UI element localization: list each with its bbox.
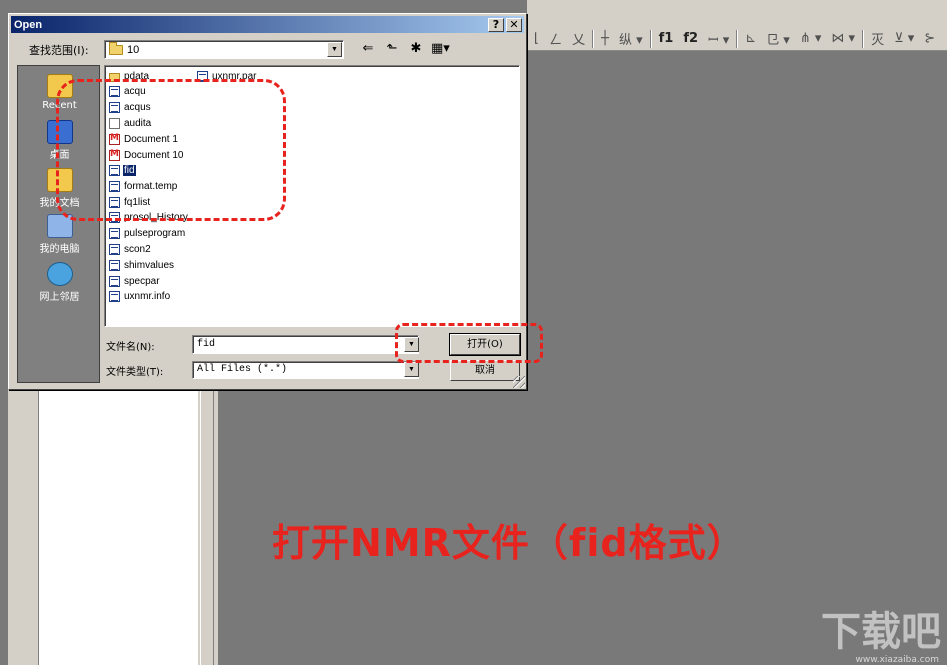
data-file-icon: [109, 228, 120, 239]
chevron-down-icon[interactable]: ▼: [327, 42, 342, 57]
watermark-url: www.xiazaiba.com: [855, 655, 939, 665]
resize-grip[interactable]: [513, 376, 525, 388]
list-item[interactable]: pulseprogram: [109, 226, 186, 241]
toolbar-button-f1[interactable]: f1: [656, 31, 677, 46]
toolbar-button[interactable]: 灭: [868, 29, 887, 48]
toolbar-button[interactable]: ⊻ ▾: [891, 31, 917, 46]
title-buttons: ? ✕: [488, 17, 524, 32]
data-file-icon: [109, 260, 120, 271]
chevron-down-icon[interactable]: ▼: [404, 362, 419, 377]
toolbar-separator: [592, 29, 595, 48]
list-item[interactable]: scon2: [109, 242, 152, 257]
data-file-icon: [109, 291, 120, 302]
annotation-caption: 打开NMR文件（fid格式）: [272, 521, 746, 565]
toolbar-separator: [649, 29, 652, 48]
look-in-combo[interactable]: 10 ▼: [104, 40, 344, 59]
folder-icon: [109, 41, 123, 55]
app-toolbar: ⌊ ㄥ 乂 ┼ 纵 ▾ f1 f2 ꟷ ▾ ⊾ 㔾 ▾ ⋔ ▾ ⋈ ▾ 灭 ⊻ …: [527, 27, 947, 51]
toolbar-button[interactable]: ꟷ ▾: [705, 30, 732, 48]
toolbar-button[interactable]: ㄥ: [546, 29, 565, 48]
data-file-icon: [109, 276, 120, 287]
toolbar-button[interactable]: ⋈ ▾: [828, 31, 858, 46]
dialog-titlebar[interactable]: Open ? ✕: [11, 16, 524, 33]
list-item[interactable]: specpar: [109, 274, 161, 289]
toolbar-button[interactable]: 㔾 ▾: [763, 29, 793, 48]
annotation-files-highlight: [56, 79, 286, 221]
up-folder-icon[interactable]: ⬑: [383, 40, 401, 58]
dialog-nav-toolbar: ⇐ ⬑ ✱ ▦▾: [359, 40, 450, 58]
help-button[interactable]: ?: [488, 17, 504, 32]
network-globe-icon: [46, 262, 73, 286]
toolbar-separator: [862, 29, 865, 48]
toolbar-button[interactable]: 乂: [569, 29, 588, 48]
place-label: 我的电脑: [39, 244, 80, 255]
list-item[interactable]: shimvalues: [109, 258, 175, 273]
toolbar-button[interactable]: ⋔ ▾: [797, 31, 825, 46]
view-menu-icon[interactable]: ▦▾: [431, 40, 450, 58]
app-tree-pane[interactable]: [38, 388, 198, 665]
cancel-button[interactable]: 取消: [450, 360, 520, 381]
toolbar-button[interactable]: ⌊: [531, 31, 542, 46]
toolbar-button[interactable]: ┼: [598, 31, 612, 46]
app-title-area: [527, 0, 947, 27]
data-file-icon: [109, 244, 120, 255]
toolbar-separator: [736, 29, 739, 48]
toolbar-button[interactable]: ⊾: [742, 31, 759, 46]
new-folder-icon[interactable]: ✱: [407, 40, 425, 58]
app-splitter[interactable]: [200, 388, 214, 665]
place-label: 网上邻居: [39, 292, 80, 303]
look-in-label: 查找范围(I):: [29, 44, 89, 57]
dialog-title: Open: [14, 18, 43, 31]
toolbar-button[interactable]: ⊱: [921, 31, 938, 46]
file-name-label: 文件名(N):: [106, 342, 155, 353]
file-name-field[interactable]: fid: [192, 335, 419, 354]
file-type-label: 文件类型(T):: [106, 367, 164, 378]
file-type-select[interactable]: All Files (*.*): [192, 361, 419, 379]
close-button[interactable]: ✕: [506, 17, 522, 32]
toolbar-button[interactable]: 纵 ▾: [616, 29, 646, 48]
place-network[interactable]: 网上邻居: [18, 262, 101, 303]
look-in-value: 10: [127, 43, 140, 56]
list-item[interactable]: uxnmr.info: [109, 289, 171, 304]
toolbar-button-f2[interactable]: f2: [680, 31, 701, 46]
watermark-logo: 下载吧: [821, 609, 941, 655]
back-arrow-icon[interactable]: ⇐: [359, 40, 377, 58]
annotation-open-highlight: [395, 323, 543, 363]
